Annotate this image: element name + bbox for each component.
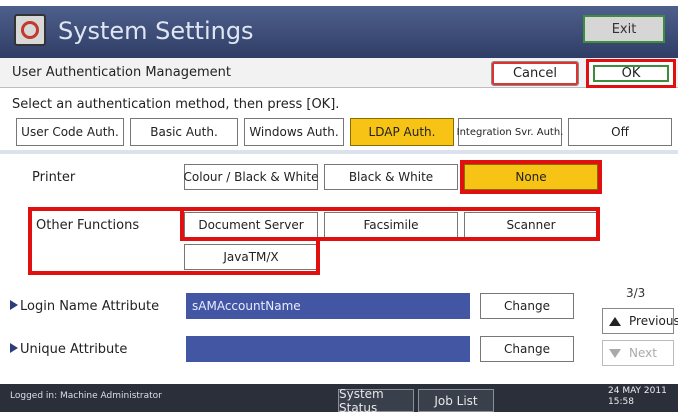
auth-ldap-button[interactable]: LDAP Auth. <box>350 118 454 146</box>
login-name-change-button[interactable]: Change <box>480 293 574 319</box>
cancel-button[interactable]: Cancel <box>491 61 579 86</box>
time: 15:58 <box>608 397 634 407</box>
highlight-printer-none <box>460 160 602 194</box>
logged-in-status: Logged in: Machine Administrator <box>10 391 162 401</box>
system-status-button[interactable]: System Status <box>338 387 414 415</box>
section-divider <box>0 150 678 154</box>
auth-basic-button[interactable]: Basic Auth. <box>130 118 238 146</box>
next-label: Next <box>629 346 657 360</box>
page-indicator: 3/3 <box>626 286 646 300</box>
arrow-down-icon <box>609 348 621 358</box>
unique-attribute-label: Unique Attribute <box>10 342 127 357</box>
highlight-other-functions-top <box>28 207 184 211</box>
attribute-label-text: Login Name Attribute <box>20 299 160 314</box>
arrow-up-icon <box>609 316 621 326</box>
date-time: 24 MAY 2011 15:58 <box>608 386 667 408</box>
unique-attribute-field[interactable] <box>186 336 470 362</box>
play-arrow-icon <box>10 300 18 310</box>
ok-label: OK <box>621 66 641 81</box>
auth-windows-button[interactable]: Windows Auth. <box>244 118 344 146</box>
previous-label: Previous <box>629 314 678 328</box>
ok-button[interactable]: OK <box>586 59 676 88</box>
instruction-text: Select an authentication method, then pr… <box>12 97 340 112</box>
previous-button[interactable]: Previous <box>602 308 678 334</box>
login-name-attribute-field[interactable]: sAMAccountName <box>186 293 470 319</box>
date: 24 MAY 2011 <box>608 386 667 396</box>
auth-off-button[interactable]: Off <box>568 118 672 146</box>
play-arrow-icon <box>10 343 18 353</box>
printer-bw-button[interactable]: Black & White <box>324 164 458 190</box>
login-name-attribute-label: Login Name Attribute <box>10 299 159 314</box>
next-button[interactable]: Next <box>602 340 674 366</box>
window-title: System Settings <box>58 17 254 45</box>
job-list-button[interactable]: Job List <box>418 389 494 412</box>
attribute-label-text: Unique Attribute <box>20 342 128 357</box>
unique-change-button[interactable]: Change <box>480 336 574 362</box>
highlight-other-functions-left <box>28 207 320 275</box>
printer-label: Printer <box>32 170 76 185</box>
auth-user-code-button[interactable]: User Code Auth. <box>16 118 124 146</box>
page-title: User Authentication Management <box>12 65 231 80</box>
auth-integration-server-button[interactable]: Integration Svr. Auth. <box>457 118 563 146</box>
exit-button[interactable]: Exit <box>583 15 665 43</box>
clock-settings-icon <box>14 14 46 46</box>
highlight-java-right-edge <box>316 237 320 275</box>
printer-colour-bw-button[interactable]: Colour / Black & White <box>184 164 318 190</box>
